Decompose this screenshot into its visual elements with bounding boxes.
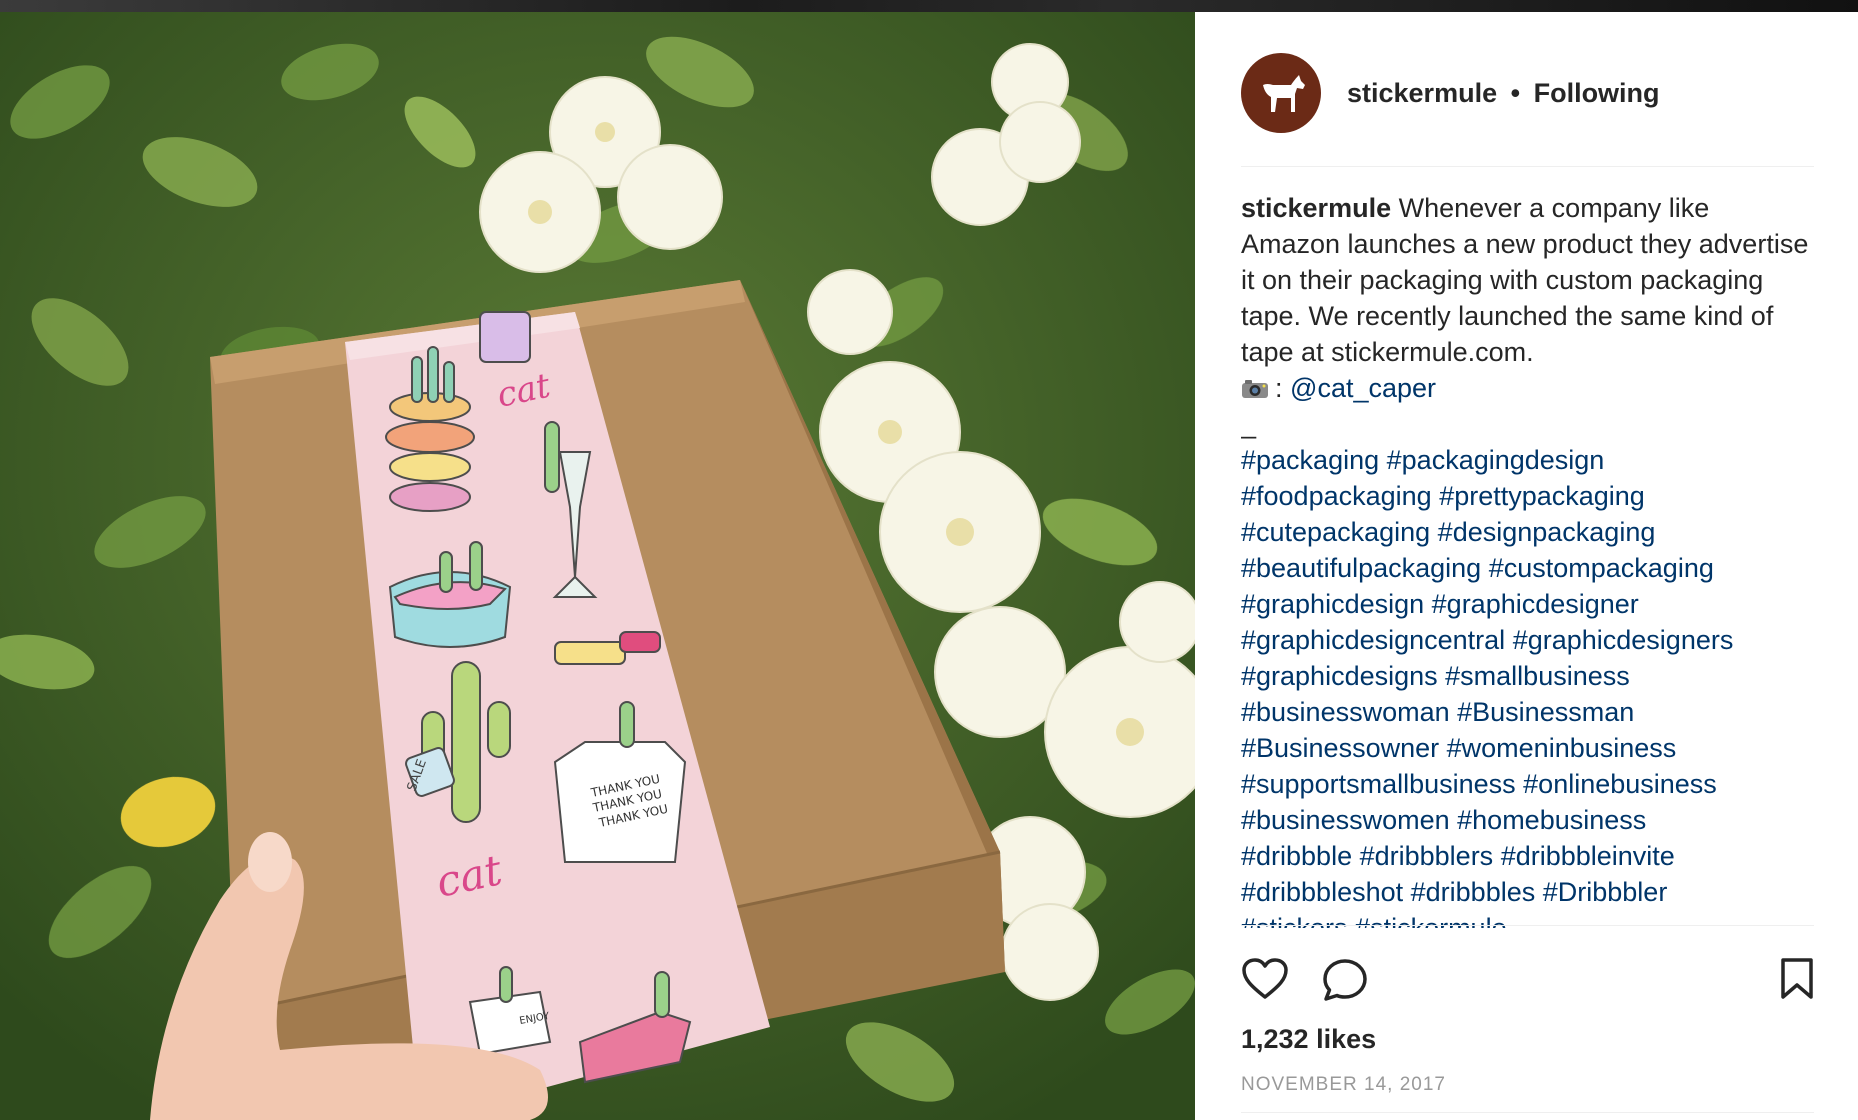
credit-handle-link[interactable]: @cat_caper	[1290, 373, 1436, 403]
hashtag-link[interactable]: #dribbblers	[1360, 841, 1494, 871]
hashtag-link[interactable]: #graphicdesigners	[1513, 625, 1734, 655]
hashtag-link[interactable]: #graphicdesigncentral	[1241, 625, 1505, 655]
hashtag-link[interactable]: #dribbble	[1241, 841, 1352, 871]
following-button[interactable]: Following	[1534, 78, 1660, 108]
hashtag-link[interactable]: #prettypackaging	[1439, 481, 1645, 511]
divider	[1241, 166, 1814, 167]
comment-icon[interactable]	[1321, 957, 1369, 1003]
hashtag-link[interactable]: #businesswoman	[1241, 697, 1450, 727]
hashtag-link[interactable]: #graphicdesigner	[1432, 589, 1639, 619]
post-actions	[1241, 957, 1814, 1007]
hashtag-link[interactable]: #graphicdesign	[1241, 589, 1424, 619]
hashtag-link[interactable]: #womeninbusiness	[1447, 733, 1677, 763]
hashtag-link[interactable]: #cutepackaging	[1241, 517, 1430, 547]
caption: stickermule Whenever a company like Amaz…	[1241, 190, 1814, 928]
username-link[interactable]: stickermule	[1347, 78, 1497, 108]
hashtag-link[interactable]: #graphicdesigns	[1241, 661, 1438, 691]
hashtag-link[interactable]: #packaging	[1241, 445, 1379, 475]
camera-emoji-icon	[1242, 380, 1268, 398]
caption-dash: _	[1241, 409, 1257, 439]
hashtag-link[interactable]: #Dribbbler	[1543, 877, 1668, 907]
hashtag-link[interactable]: #onlinebusiness	[1523, 769, 1717, 799]
like-count[interactable]: 1,232 likes	[1241, 1024, 1376, 1055]
hashtag-link[interactable]: #businesswomen	[1241, 805, 1450, 835]
hashtag-link[interactable]: #dribbbleshot	[1241, 877, 1403, 907]
top-strip	[0, 0, 1858, 12]
post-photo[interactable]: cat cat SALE THANK YOU THANK YOU THANK Y…	[0, 12, 1195, 1120]
avatar[interactable]	[1241, 53, 1321, 133]
bookmark-icon[interactable]	[1780, 957, 1814, 1001]
caption-username[interactable]: stickermule	[1241, 193, 1391, 223]
header-text: stickermule • Following	[1347, 78, 1660, 109]
credit-prefix: :	[1275, 373, 1283, 403]
hashtag-link[interactable]: #custompackaging	[1489, 553, 1714, 583]
header-separator: •	[1510, 77, 1521, 108]
hashtag-link[interactable]: #smallbusiness	[1445, 661, 1630, 691]
horse-logo-icon	[1263, 75, 1305, 112]
hashtag-link[interactable]: #designpackaging	[1438, 517, 1656, 547]
post-details-panel: stickermule • Following stickermule When…	[1195, 12, 1858, 1120]
hashtag-link[interactable]: #beautifulpackaging	[1241, 553, 1481, 583]
post-header: stickermule • Following	[1241, 47, 1814, 139]
hashtag-link[interactable]: #dribbbles	[1411, 877, 1536, 907]
post-date: NOVEMBER 14, 2017	[1241, 1074, 1446, 1095]
divider	[1241, 925, 1814, 926]
hashtag-link[interactable]: #Businessman	[1457, 697, 1634, 727]
hashtag-list: #packaging #packagingdesign #foodpackagi…	[1241, 442, 1814, 928]
divider	[1241, 1112, 1814, 1113]
hashtag-link[interactable]: #Businessowner	[1241, 733, 1439, 763]
heart-icon[interactable]	[1241, 957, 1289, 1001]
hashtag-link[interactable]: #supportsmallbusiness	[1241, 769, 1516, 799]
hashtag-link[interactable]: #packagingdesign	[1387, 445, 1605, 475]
hashtag-link[interactable]: #homebusiness	[1457, 805, 1646, 835]
hashtag-link[interactable]: #dribbbleinvite	[1501, 841, 1675, 871]
hashtag-link[interactable]: #foodpackaging	[1241, 481, 1432, 511]
